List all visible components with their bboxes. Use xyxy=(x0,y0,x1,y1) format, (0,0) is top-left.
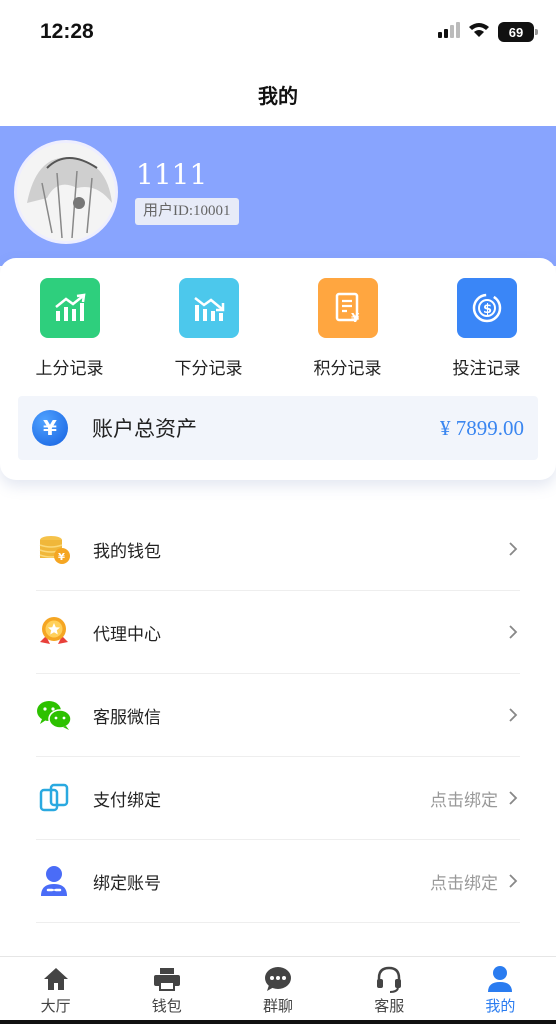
account-card: 上分记录 下分记录 ¥ 积分记录 $ 投注记录 ¥ 账户总资产 ¥ 7899.0… xyxy=(0,258,556,480)
quick-action-label: 下分记录 xyxy=(174,359,243,379)
coins-icon: ¥ xyxy=(36,531,72,567)
chevron-right-icon xyxy=(508,707,520,723)
menu-item-label: 代理中心 xyxy=(93,624,161,645)
quick-action-label: 上分记录 xyxy=(35,359,104,379)
menu-item-bind-account[interactable]: 绑定账号 点击绑定 xyxy=(36,840,520,923)
tab-mine[interactable]: 我的 xyxy=(445,957,556,1024)
quick-actions: 上分记录 下分记录 ¥ 积分记录 $ 投注记录 xyxy=(0,278,556,379)
menu-item-payment-binding[interactable]: 支付绑定 点击绑定 xyxy=(36,757,520,840)
home-icon xyxy=(42,965,70,993)
battery-icon: 69 xyxy=(498,22,538,42)
profile-banner: 1111 用户ID:10001 xyxy=(0,126,556,266)
menu-item-label: 支付绑定 xyxy=(93,790,161,811)
chevron-right-icon xyxy=(508,790,520,806)
svg-text:¥: ¥ xyxy=(351,311,360,324)
quick-action-points-records[interactable]: ¥ 积分记录 xyxy=(278,278,417,379)
chart-down-icon xyxy=(178,278,239,338)
dollar-coin-icon: $ xyxy=(456,278,517,338)
svg-text:$: $ xyxy=(483,302,492,317)
link-card-icon xyxy=(36,780,72,816)
chevron-right-icon xyxy=(508,624,520,640)
menu-item-label: 客服微信 xyxy=(93,707,161,728)
menu-item-extra: 点击绑定 xyxy=(430,790,498,811)
quick-action-bet-records[interactable]: $ 投注记录 xyxy=(417,278,556,379)
menu-item-wallet[interactable]: ¥ 我的钱包 xyxy=(36,508,520,591)
tab-service[interactable]: 客服 xyxy=(334,957,445,1024)
chevron-right-icon xyxy=(508,541,520,557)
receipt-yen-icon: ¥ xyxy=(317,278,378,338)
username: 1111 xyxy=(136,158,208,191)
wechat-icon xyxy=(36,697,72,733)
quick-action-deposit-records[interactable]: 上分记录 xyxy=(0,278,139,379)
menu-item-label: 绑定账号 xyxy=(93,873,161,894)
bottom-tab-bar: 大厅 钱包 群聊 客服 我的 xyxy=(0,956,556,1024)
user-link-icon xyxy=(36,863,72,899)
tab-label: 我的 xyxy=(485,997,516,1015)
tab-group-chat[interactable]: 群聊 xyxy=(222,957,333,1024)
total-assets-value: ¥ 7899.00 xyxy=(440,415,524,440)
chevron-right-icon xyxy=(508,873,520,889)
quick-action-label: 积分记录 xyxy=(313,359,382,379)
quick-action-label: 投注记录 xyxy=(452,359,521,379)
tab-label: 群聊 xyxy=(263,997,294,1015)
menu-item-label: 我的钱包 xyxy=(93,541,161,562)
quick-action-withdraw-records[interactable]: 下分记录 xyxy=(139,278,278,379)
tab-label: 钱包 xyxy=(151,997,182,1015)
page-title: 我的 xyxy=(258,84,298,108)
yen-icon: ¥ xyxy=(32,410,68,446)
tab-label: 客服 xyxy=(374,997,405,1015)
medal-icon xyxy=(36,614,72,650)
user-id-badge: 用户ID:10001 xyxy=(135,198,239,225)
menu-item-service-wechat[interactable]: 客服微信 xyxy=(36,674,520,757)
total-assets-row[interactable]: ¥ 账户总资产 ¥ 7899.00 xyxy=(18,396,538,460)
headset-icon xyxy=(375,965,403,993)
menu-item-agent-center[interactable]: 代理中心 xyxy=(36,591,520,674)
tab-wallet[interactable]: 钱包 xyxy=(111,957,222,1024)
signal-icon xyxy=(438,22,460,42)
avatar[interactable] xyxy=(14,140,118,244)
svg-text:¥: ¥ xyxy=(58,552,65,563)
chat-icon xyxy=(264,965,292,993)
home-indicator xyxy=(0,1020,556,1024)
settings-menu: ¥ 我的钱包 代理中心 客服微信 支付绑定 点击绑定 绑定账号 点击绑定 xyxy=(36,508,520,923)
chart-up-icon xyxy=(39,278,100,338)
menu-item-extra: 点击绑定 xyxy=(430,873,498,894)
tab-label: 大厅 xyxy=(40,997,71,1015)
status-icons: 69 xyxy=(438,22,538,42)
status-time: 12:28 xyxy=(40,20,94,43)
printer-icon xyxy=(153,965,181,993)
wifi-icon xyxy=(468,22,490,42)
total-assets-label: 账户总资产 xyxy=(92,417,197,441)
status-bar: 12:28 69 xyxy=(0,0,556,64)
user-icon xyxy=(486,965,514,993)
tab-lobby[interactable]: 大厅 xyxy=(0,957,111,1024)
